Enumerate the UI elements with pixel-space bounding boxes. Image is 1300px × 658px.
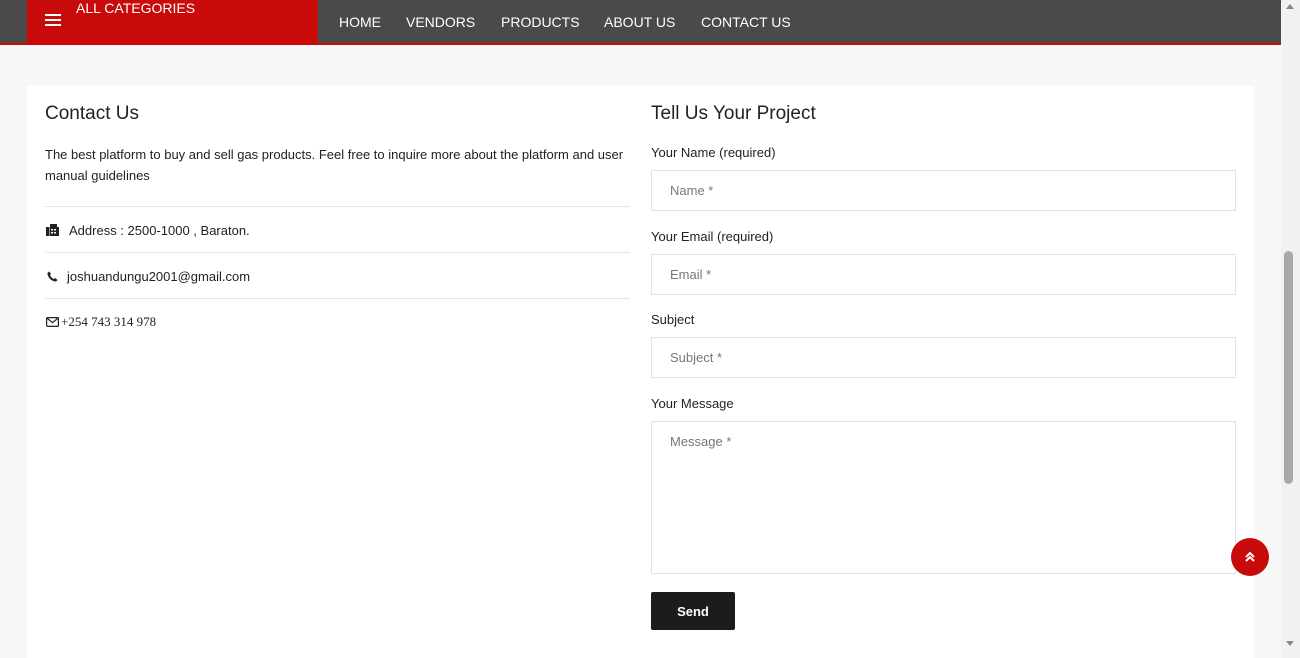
email-text[interactable]: joshuandungu2001@gmail.com xyxy=(67,269,250,284)
all-categories-button[interactable]: ALL CATEGORIES xyxy=(27,0,318,43)
address-text: Address : 2500-1000 , Baraton. xyxy=(69,222,250,238)
name-field-wrap xyxy=(651,170,1236,211)
message-textarea[interactable] xyxy=(652,422,1235,573)
scroll-down-arrow-icon[interactable] xyxy=(1286,641,1294,646)
double-chevron-up-icon xyxy=(1245,551,1255,562)
envelope-icon xyxy=(45,315,59,329)
nav-link-products[interactable]: PRODUCTS xyxy=(501,14,604,30)
address-row: Address : 2500-1000 , Baraton. xyxy=(45,206,630,253)
subject-label: Subject xyxy=(651,312,695,327)
fax-icon xyxy=(45,223,59,237)
nav-link-contact-us[interactable]: CONTACT US xyxy=(701,14,791,30)
form-title: Tell Us Your Project xyxy=(651,103,816,124)
scrollbar-thumb[interactable] xyxy=(1284,251,1293,484)
phone-row: +254 743 314 978 xyxy=(45,298,630,345)
name-label: Your Name (required) xyxy=(651,145,776,160)
menu-icon xyxy=(45,14,61,26)
message-field-wrap xyxy=(651,421,1236,574)
contact-title: Contact Us xyxy=(45,103,139,124)
scroll-to-top-button[interactable] xyxy=(1231,538,1269,576)
nav-link-about-us[interactable]: ABOUT US xyxy=(604,14,701,30)
email-label: Your Email (required) xyxy=(651,229,774,244)
main-nav: HOME VENDORS PRODUCTS ABOUT US CONTACT U… xyxy=(339,0,791,43)
page-scrollbar[interactable] xyxy=(1281,0,1300,658)
contact-intro: The best platform to buy and sell gas pr… xyxy=(45,147,624,183)
name-input[interactable] xyxy=(652,171,1235,210)
email-row: joshuandungu2001@gmail.com xyxy=(45,252,630,299)
phone-text[interactable]: +254 743 314 978 xyxy=(61,314,156,330)
email-input[interactable] xyxy=(652,255,1235,294)
email-field-wrap xyxy=(651,254,1236,295)
contact-card: Contact Us The best platform to buy and … xyxy=(27,86,1254,658)
message-label: Your Message xyxy=(651,396,734,411)
subject-field-wrap xyxy=(651,337,1236,378)
nav-link-home[interactable]: HOME xyxy=(339,14,406,30)
all-categories-label: ALL CATEGORIES xyxy=(76,0,196,16)
subject-input[interactable] xyxy=(652,338,1235,377)
phone-icon xyxy=(45,269,59,283)
top-navbar: ALL CATEGORIES HOME VENDORS PRODUCTS ABO… xyxy=(0,0,1281,45)
scroll-up-arrow-icon[interactable] xyxy=(1286,4,1294,9)
nav-link-vendors[interactable]: VENDORS xyxy=(406,14,501,30)
send-button[interactable]: Send xyxy=(651,592,735,630)
